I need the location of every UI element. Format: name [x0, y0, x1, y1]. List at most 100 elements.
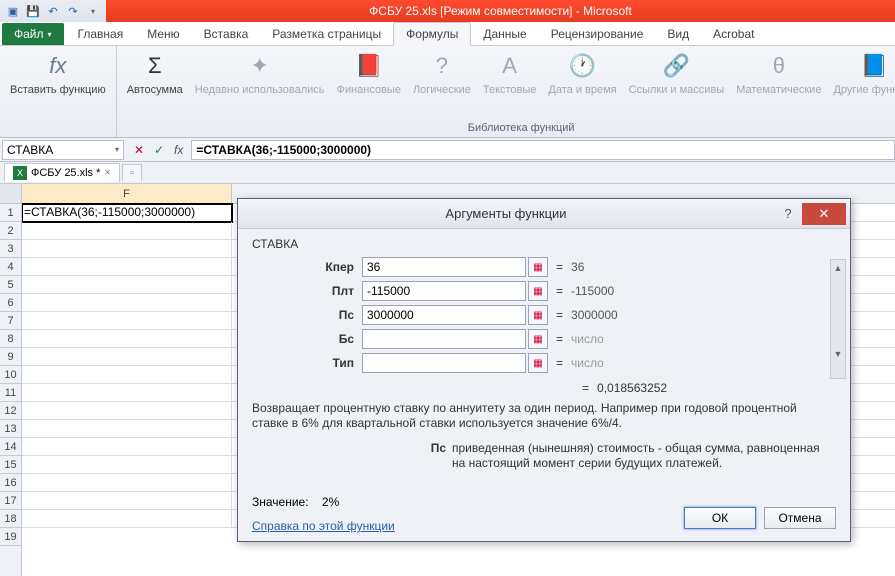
text-icon: A: [494, 50, 526, 82]
autosum-button[interactable]: Σ Автосумма: [123, 48, 187, 98]
arg-input-pmt[interactable]: [362, 281, 526, 301]
range-select-icon[interactable]: ▦: [528, 305, 548, 325]
row-header[interactable]: 8: [0, 330, 21, 348]
name-box-dropdown-icon[interactable]: ▾: [115, 145, 119, 154]
row-header[interactable]: 19: [0, 528, 21, 546]
row-header[interactable]: 14: [0, 438, 21, 456]
tab-formulas[interactable]: Формулы: [393, 22, 471, 46]
column-header-f[interactable]: F: [22, 184, 232, 203]
file-tab[interactable]: Файл: [2, 23, 64, 45]
range-select-icon[interactable]: ▦: [528, 353, 548, 373]
range-select-icon[interactable]: ▦: [528, 281, 548, 301]
arg-input-type[interactable]: [362, 353, 526, 373]
cell[interactable]: [22, 510, 232, 528]
formula-cancel-button[interactable]: ✕: [130, 141, 148, 159]
tab-insert[interactable]: Вставка: [192, 23, 261, 45]
cell[interactable]: [22, 438, 232, 456]
row-header[interactable]: 4: [0, 258, 21, 276]
row-header[interactable]: 3: [0, 240, 21, 258]
dialog-close-button[interactable]: ✕: [802, 203, 846, 225]
cell[interactable]: [22, 474, 232, 492]
row-header[interactable]: 16: [0, 474, 21, 492]
function-description: Возвращает процентную ставку по аннуитет…: [252, 401, 836, 431]
scroll-up-icon[interactable]: ▲: [831, 260, 845, 276]
cell[interactable]: [22, 294, 232, 312]
equals: =: [548, 308, 571, 322]
select-all-corner[interactable]: [0, 184, 21, 204]
insert-function-label: Вставить функцию: [10, 84, 106, 96]
save-icon[interactable]: 💾: [24, 2, 42, 20]
tab-pagelayout[interactable]: Разметка страницы: [260, 23, 393, 45]
arg-input-nper[interactable]: [362, 257, 526, 277]
cell[interactable]: [22, 456, 232, 474]
arg-input-pv[interactable]: [362, 305, 526, 325]
tab-acrobat[interactable]: Acrobat: [701, 23, 766, 45]
cell[interactable]: [22, 258, 232, 276]
range-select-icon[interactable]: ▦: [528, 329, 548, 349]
cell[interactable]: [22, 420, 232, 438]
cell[interactable]: [22, 348, 232, 366]
row-header[interactable]: 15: [0, 456, 21, 474]
arg-label-pv: Пс: [252, 308, 362, 322]
cell[interactable]: [22, 366, 232, 384]
new-document-tab[interactable]: ▫: [122, 164, 142, 181]
name-box-value: СТАВКА: [7, 143, 53, 157]
formula-enter-button[interactable]: ✓: [150, 141, 168, 159]
row-header[interactable]: 2: [0, 222, 21, 240]
row-header[interactable]: 18: [0, 510, 21, 528]
cell[interactable]: [22, 312, 232, 330]
cell-f1[interactable]: =СТАВКА(36;-115000;3000000): [22, 204, 232, 222]
cell[interactable]: [22, 492, 232, 510]
lookup-button[interactable]: 🔗 Ссылки и массивы: [625, 48, 729, 98]
row-header[interactable]: 9: [0, 348, 21, 366]
tab-data[interactable]: Данные: [471, 23, 538, 45]
datetime-button[interactable]: 🕐 Дата и время: [544, 48, 620, 98]
ok-button[interactable]: ОК: [684, 507, 756, 529]
logical-button[interactable]: ? Логические: [409, 48, 475, 98]
row-header[interactable]: 13: [0, 420, 21, 438]
dialog-help-button[interactable]: ?: [774, 203, 802, 225]
math-button[interactable]: θ Математические: [732, 48, 825, 98]
cell[interactable]: [22, 384, 232, 402]
arg-label-nper: Кпер: [252, 260, 362, 274]
recent-button[interactable]: ✦ Недавно использовались: [191, 48, 329, 98]
row-header[interactable]: 12: [0, 402, 21, 420]
name-box[interactable]: СТАВКА ▾: [2, 140, 124, 160]
row-header[interactable]: 6: [0, 294, 21, 312]
fx-label[interactable]: fx: [170, 143, 187, 157]
document-tab-close-icon[interactable]: ×: [104, 167, 110, 179]
undo-icon[interactable]: ↶: [44, 2, 62, 20]
financial-button[interactable]: 📕 Финансовые: [333, 48, 405, 98]
cell[interactable]: [22, 240, 232, 258]
range-select-icon[interactable]: ▦: [528, 257, 548, 277]
help-link[interactable]: Справка по этой функции: [252, 519, 395, 533]
insert-function-button[interactable]: fx Вставить функцию: [6, 48, 110, 98]
tab-home[interactable]: Главная: [66, 23, 136, 45]
financial-label: Финансовые: [337, 84, 401, 96]
row-header[interactable]: 17: [0, 492, 21, 510]
formula-input[interactable]: [191, 140, 895, 160]
row-header[interactable]: 7: [0, 312, 21, 330]
dialog-titlebar[interactable]: Аргументы функции ? ✕: [238, 199, 850, 229]
redo-icon[interactable]: ↷: [64, 2, 82, 20]
dialog-scrollbar[interactable]: ▲ ▼: [830, 259, 846, 379]
cell[interactable]: [22, 222, 232, 240]
cell[interactable]: [22, 402, 232, 420]
cancel-button[interactable]: Отмена: [764, 507, 836, 529]
more-functions-button[interactable]: 📘 Другие функции: [829, 48, 895, 98]
document-tab[interactable]: X ФСБУ 25.xls * ×: [4, 163, 120, 182]
tab-review[interactable]: Рецензирование: [539, 23, 656, 45]
row-header[interactable]: 10: [0, 366, 21, 384]
arg-desc-label: Пс: [252, 441, 452, 471]
row-header[interactable]: 1: [0, 204, 21, 222]
tab-view[interactable]: Вид: [655, 23, 701, 45]
scroll-down-icon[interactable]: ▼: [831, 346, 845, 362]
arg-input-fv[interactable]: [362, 329, 526, 349]
cell[interactable]: [22, 330, 232, 348]
text-button[interactable]: A Текстовые: [479, 48, 541, 98]
tab-menu[interactable]: Меню: [135, 23, 191, 45]
cell[interactable]: [22, 276, 232, 294]
qat-dropdown-icon[interactable]: ▾: [84, 2, 102, 20]
row-header[interactable]: 5: [0, 276, 21, 294]
row-header[interactable]: 11: [0, 384, 21, 402]
